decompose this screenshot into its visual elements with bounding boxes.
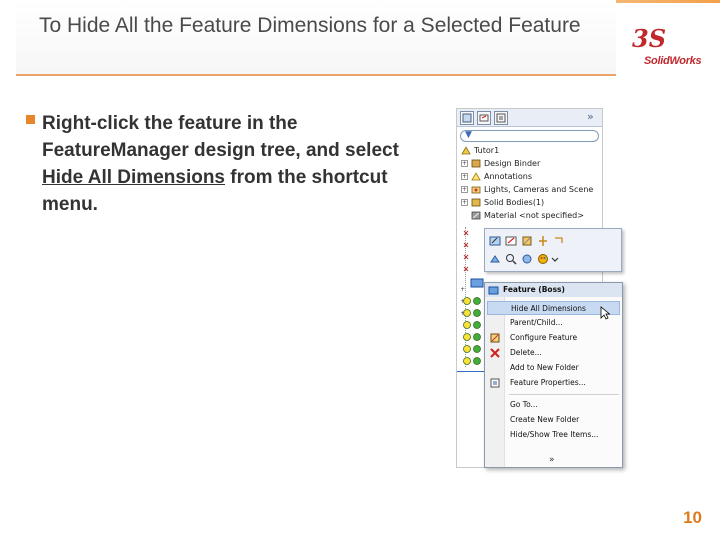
chevron-down-icon[interactable] — [549, 253, 561, 265]
delete-icon — [490, 348, 500, 358]
instruction-emphasis: Hide All Dimensions — [42, 167, 225, 188]
expand-icon[interactable]: + — [461, 160, 468, 167]
menu-item-delete[interactable]: Delete... — [510, 346, 620, 360]
annotations-icon — [471, 172, 481, 181]
tree-item-solid-bodies[interactable]: + Solid Bodies(1) — [461, 197, 544, 209]
menu-item-go-to[interactable]: Go To... — [510, 398, 620, 412]
menu-item-add-to-new-folder[interactable]: Add to New Folder — [510, 361, 620, 375]
menu-item-feature-properties[interactable]: Feature Properties... — [510, 376, 620, 390]
tree-item-design-binder[interactable]: + Design Binder — [461, 158, 540, 170]
feature-icons-column: + + + — [461, 230, 484, 365]
tree-item-label: Solid Bodies(1) — [484, 198, 545, 207]
instruction-text-before: Right-click the feature in the FeatureMa… — [42, 113, 399, 161]
property-manager-icon — [479, 114, 489, 122]
logo-text: SolidWorks — [644, 55, 702, 67]
instruction-text: Right-click the feature in the FeatureMa… — [42, 110, 426, 218]
edit-feature-icon[interactable] — [489, 235, 501, 247]
show-hide-icon[interactable] — [521, 253, 533, 265]
binder-icon — [471, 159, 481, 168]
tab-feature-manager[interactable] — [460, 111, 474, 125]
lights-icon — [471, 186, 481, 194]
material-icon — [471, 211, 481, 220]
part-icon — [461, 146, 471, 155]
tree-item-lights[interactable]: + Lights, Cameras and Scene — [461, 184, 593, 196]
menu-more-icon[interactable]: » — [549, 455, 555, 465]
svg-text:+: + — [461, 310, 465, 317]
reference-plane-icon — [463, 254, 469, 260]
sketch-arrow-icon[interactable] — [553, 235, 565, 247]
title-bar: To Hide All the Feature Dimensions for a… — [16, 0, 616, 76]
tree-item-material[interactable]: Material <not specified> — [461, 210, 584, 222]
panel-tabs: » — [457, 109, 602, 127]
suppress-icon[interactable] — [521, 235, 533, 247]
menu-separator — [509, 394, 619, 395]
appearance-icon[interactable] — [537, 253, 549, 265]
normal-to-icon[interactable] — [489, 253, 501, 265]
reference-plane-icon — [463, 230, 469, 236]
bullet-square-icon — [26, 115, 35, 124]
context-toolbar — [484, 228, 622, 272]
rollback-icon[interactable] — [537, 235, 549, 247]
configuration-manager-icon — [496, 113, 506, 123]
menu-item-create-new-folder[interactable]: Create New Folder — [510, 413, 620, 427]
tree-item-annotations[interactable]: + Annotations — [461, 171, 532, 183]
panel-expand-icon[interactable]: » — [587, 110, 594, 123]
slide-title: To Hide All the Feature Dimensions for a… — [39, 14, 581, 37]
expand-icon[interactable]: + — [461, 199, 468, 206]
tree-item-label: Material <not specified> — [484, 211, 584, 220]
tree-item-label: Lights, Cameras and Scene — [484, 185, 594, 194]
svg-text:+: + — [461, 286, 465, 293]
edit-sketch-icon[interactable] — [505, 235, 517, 247]
expand-icon[interactable]: + — [461, 173, 468, 180]
tree-end-line — [457, 371, 487, 372]
solid-bodies-icon — [471, 198, 481, 207]
tab-configuration-manager[interactable] — [494, 111, 508, 125]
tree-item-label: Annotations — [484, 172, 533, 181]
tree-filter[interactable]: ▼ — [460, 130, 599, 142]
filter-icon: ▼ — [465, 130, 472, 140]
tab-property-manager[interactable] — [477, 111, 491, 125]
expand-icon[interactable]: + — [461, 186, 468, 193]
feature-manager-icon — [462, 113, 472, 123]
menu-item-hide-show-tree-items[interactable]: Hide/Show Tree Items... — [510, 428, 620, 442]
logo-mark: 3S — [632, 24, 667, 53]
svg-text:+: + — [461, 298, 465, 305]
tree-item-label: Tutor1 — [474, 146, 500, 155]
page-number: 10 — [683, 508, 702, 527]
zoom-to-selection-icon[interactable] — [505, 253, 517, 265]
menu-item-configure-feature[interactable]: Configure Feature — [510, 331, 620, 345]
tree-item-label: Design Binder — [484, 159, 541, 168]
boss-feature-icon — [488, 286, 499, 295]
menu-header: Feature (Boss) — [485, 283, 622, 297]
reference-plane-icon — [463, 266, 469, 272]
reference-plane-icon — [463, 242, 469, 248]
tree-item-root[interactable]: Tutor1 — [461, 145, 499, 157]
properties-icon — [490, 378, 500, 388]
boss-feature-icon — [470, 278, 484, 288]
configure-icon — [490, 333, 500, 343]
solidworks-logo: 3S SolidWorks — [632, 24, 712, 70]
mouse-cursor-icon — [600, 306, 610, 320]
